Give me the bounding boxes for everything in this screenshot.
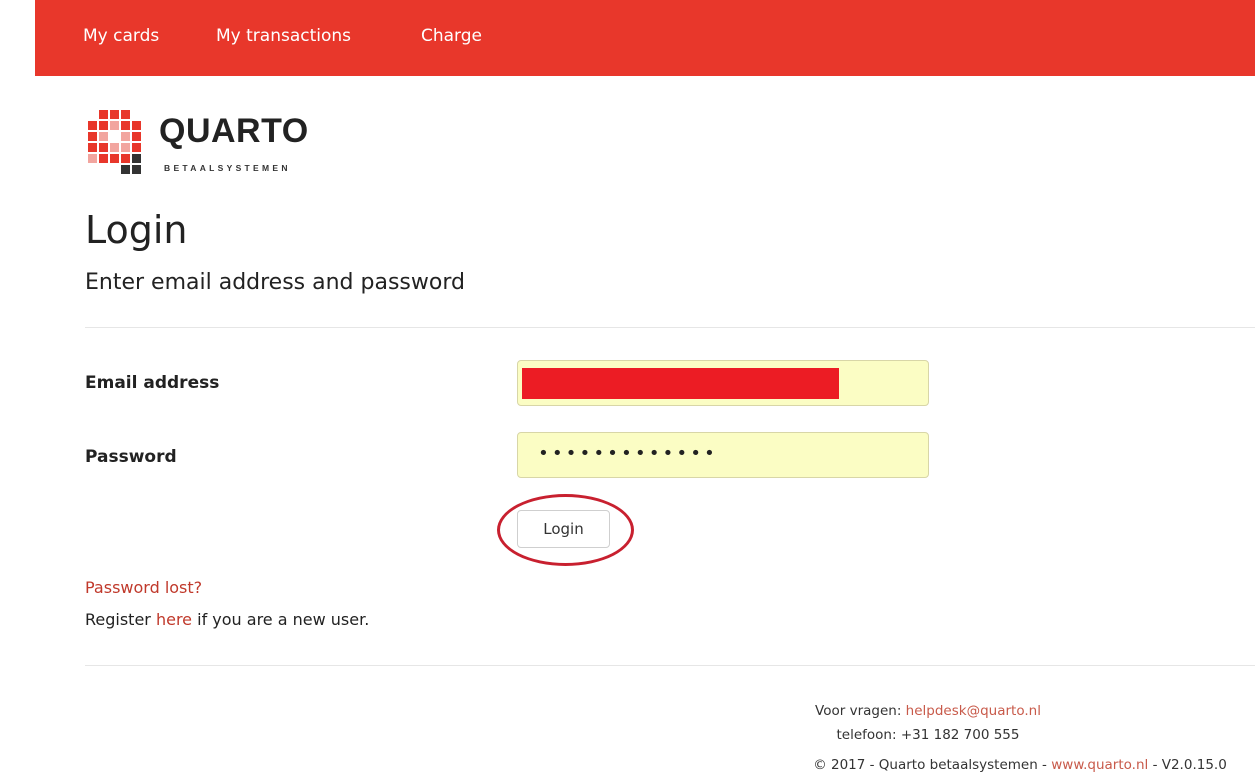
page-title: Login bbox=[85, 208, 188, 252]
helpdesk-email-link[interactable]: helpdesk@quarto.nl bbox=[906, 703, 1041, 719]
footer-copyright: © 2017 - Quarto betaalsystemen - www.qua… bbox=[790, 757, 1250, 773]
page-subtitle: Enter email address and password bbox=[85, 270, 465, 295]
register-suffix: if you are a new user. bbox=[192, 610, 370, 629]
version-text: - V2.0.15.0 bbox=[1148, 757, 1227, 773]
annotation-circle bbox=[497, 494, 634, 566]
redaction-block bbox=[522, 368, 839, 399]
password-input[interactable]: ••••••••••••• bbox=[517, 432, 929, 478]
website-link[interactable]: www.quarto.nl bbox=[1051, 757, 1148, 773]
footer-phone: telefoon: +31 182 700 555 bbox=[836, 727, 1020, 743]
logo-subtitle: BETAALSYSTEMEN bbox=[164, 163, 291, 173]
register-prefix: Register bbox=[85, 610, 156, 629]
quarto-q-logo-icon bbox=[88, 110, 141, 174]
password-mask: ••••••••••••• bbox=[538, 443, 718, 464]
email-label: Email address bbox=[85, 373, 220, 393]
top-navbar: My cards My transactions Charge bbox=[35, 0, 1255, 76]
password-lost-row: Password lost? bbox=[85, 578, 202, 597]
quarto-logo: QUARTO BETAALSYSTEMEN bbox=[85, 108, 355, 178]
logo-wordmark: QUARTO bbox=[159, 112, 309, 150]
top-divider bbox=[85, 327, 1255, 328]
email-input[interactable] bbox=[517, 360, 929, 406]
footer-questions-label: Voor vragen: bbox=[815, 703, 906, 719]
password-lost-link[interactable]: Password lost? bbox=[85, 578, 202, 597]
register-here-link[interactable]: here bbox=[156, 610, 192, 629]
password-label: Password bbox=[85, 447, 177, 467]
bottom-divider bbox=[85, 665, 1255, 666]
footer-questions: Voor vragen: helpdesk@quarto.nl bbox=[718, 703, 1138, 719]
register-row: Register here if you are a new user. bbox=[85, 610, 369, 629]
nav-my-transactions[interactable]: My transactions bbox=[216, 26, 351, 46]
copyright-text: © 2017 - Quarto betaalsystemen - bbox=[813, 757, 1052, 773]
nav-charge[interactable]: Charge bbox=[421, 26, 482, 46]
nav-my-cards[interactable]: My cards bbox=[83, 26, 159, 46]
